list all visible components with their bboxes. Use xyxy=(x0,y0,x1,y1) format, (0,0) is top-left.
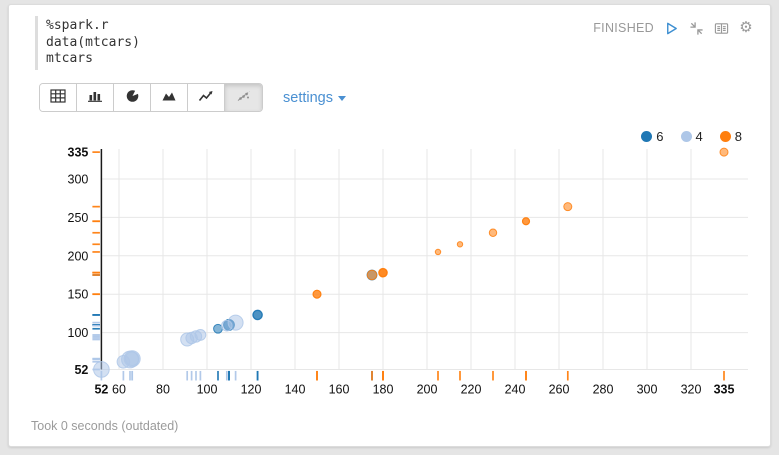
bar-chart-icon xyxy=(87,89,103,106)
y-tick-label: 52 xyxy=(74,363,88,377)
x-tick-label: 140 xyxy=(285,382,306,396)
x-tick-label: 260 xyxy=(549,382,570,396)
table-button[interactable] xyxy=(40,84,77,111)
book-icon[interactable] xyxy=(713,20,729,36)
data-point[interactable] xyxy=(489,229,496,236)
settings-dropdown[interactable]: settings xyxy=(283,90,346,106)
data-point[interactable] xyxy=(253,311,262,320)
data-point[interactable] xyxy=(367,270,376,279)
bar-chart-button[interactable] xyxy=(77,84,114,111)
zeppelin-page: FINISHED ⚙ %spark.rdata(mtcars)mtcars xyxy=(0,0,779,455)
code-line: data(mtcars) xyxy=(46,35,346,52)
data-point[interactable] xyxy=(222,320,233,331)
line-chart-icon xyxy=(198,89,214,106)
pie-chart-button[interactable] xyxy=(114,84,151,111)
code-line: mtcars xyxy=(46,51,346,68)
status-text: FINISHED xyxy=(593,21,654,35)
y-tick-label: 100 xyxy=(68,326,89,340)
y-tick-label: 335 xyxy=(68,146,89,160)
x-tick-label: 80 xyxy=(156,382,170,396)
pie-chart-icon xyxy=(125,89,140,106)
x-tick-label: 100 xyxy=(197,382,218,396)
data-point[interactable] xyxy=(720,148,728,156)
data-point[interactable] xyxy=(94,362,110,378)
data-point[interactable] xyxy=(564,203,572,211)
y-tick-label: 250 xyxy=(68,211,89,225)
code-line: %spark.r xyxy=(46,18,346,35)
chart-type-button-group xyxy=(39,83,263,112)
table-icon xyxy=(50,89,66,106)
x-tick-label: 240 xyxy=(505,382,526,396)
x-tick-label: 180 xyxy=(373,382,394,396)
y-tick-label: 300 xyxy=(68,173,89,187)
x-tick-label: 320 xyxy=(681,382,702,396)
data-point[interactable] xyxy=(181,333,194,346)
scatter-plot[interactable]: 52 60 80 100 120 140 160 180 200 220 240 260 280 300 3… xyxy=(0,115,779,455)
data-point[interactable] xyxy=(195,330,206,341)
area-chart-icon xyxy=(161,89,177,106)
x-tick-label: 60 xyxy=(112,382,126,396)
x-tick-label: 220 xyxy=(461,382,482,396)
code-editor[interactable]: %spark.rdata(mtcars)mtcars xyxy=(35,16,346,70)
display-toolbar: settings xyxy=(39,83,346,112)
scatter-chart-icon xyxy=(236,89,252,106)
y-tick-label: 150 xyxy=(68,288,89,302)
paragraph-status-bar: FINISHED ⚙ xyxy=(593,20,754,36)
data-point[interactable] xyxy=(313,290,321,298)
x-tick-label: 200 xyxy=(417,382,438,396)
y-tick-label: 200 xyxy=(68,249,89,263)
x-tick-label: 335 xyxy=(714,382,735,396)
settings-label: settings xyxy=(283,90,333,106)
line-chart-button[interactable] xyxy=(188,84,225,111)
gear-icon[interactable]: ⚙ xyxy=(738,20,754,36)
collapse-icon[interactable] xyxy=(688,20,704,36)
x-tick-label: 300 xyxy=(637,382,658,396)
chevron-down-icon xyxy=(338,96,346,101)
data-point[interactable] xyxy=(523,218,530,225)
x-tick-label: 120 xyxy=(241,382,262,396)
data-point[interactable] xyxy=(457,242,462,247)
paragraph-card: FINISHED ⚙ %spark.rdata(mtcars)mtcars xyxy=(8,4,771,447)
data-point[interactable] xyxy=(435,249,440,254)
x-tick-label: 280 xyxy=(593,382,614,396)
data-point[interactable] xyxy=(125,352,139,366)
area-chart-button[interactable] xyxy=(151,84,188,111)
scatter-chart-button[interactable] xyxy=(225,84,262,111)
x-tick-label: 52 xyxy=(94,382,108,396)
run-play-icon[interactable] xyxy=(663,20,679,36)
execution-info: Took 0 seconds (outdated) xyxy=(31,419,178,433)
data-point[interactable] xyxy=(379,269,387,277)
x-tick-label: 160 xyxy=(329,382,350,396)
